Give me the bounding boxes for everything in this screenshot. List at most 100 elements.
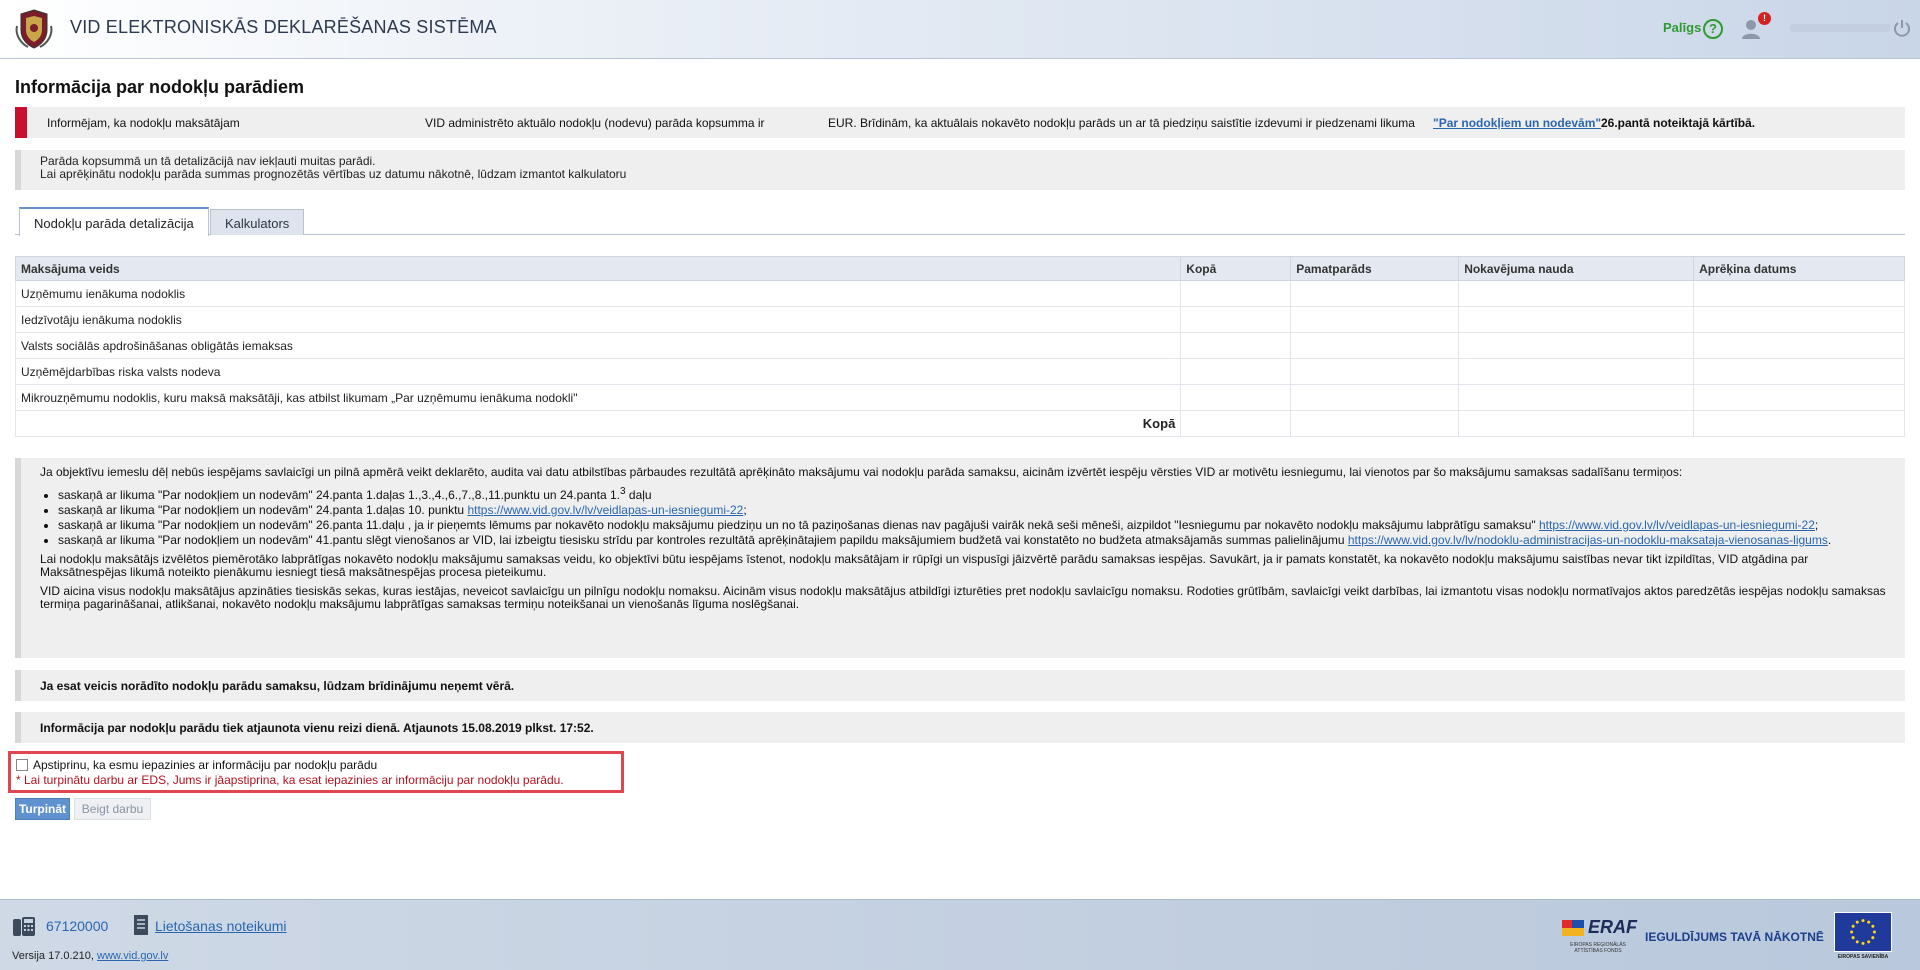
continue-button[interactable]: Turpināt — [15, 798, 70, 820]
table-cell — [1458, 410, 1695, 437]
table-cell — [1180, 410, 1292, 437]
eraf-subtitle: EIROPAS REĢIONĀLĀS ATTĪSTĪBAS FONDS — [1570, 942, 1626, 954]
finish-button[interactable]: Beigt darbu — [74, 798, 151, 820]
list-item: saskaņā ar likuma "Par nodokļiem un node… — [58, 485, 1891, 502]
customs-notice: Parāda kopsummā un tā detalizācijā nav i… — [15, 150, 1905, 190]
table-cell — [1458, 306, 1695, 333]
customs-notice-line-2: Lai aprēķinātu nodokļu parāda summas pro… — [40, 167, 627, 181]
options-list: saskaņā ar likuma "Par nodokļiem un node… — [58, 485, 1891, 547]
payment-type-cell: Uzņēmumu ienākuma nodoklis — [14, 280, 1182, 307]
list-item: saskaņā ar likuma "Par nodokļiem un node… — [58, 504, 1891, 517]
slogan: IEGULDĪJUMS TAVĀ NĀKOTNĒ — [1645, 930, 1824, 944]
payment-type-cell: Iedzīvotāju ienākuma nodoklis — [14, 306, 1182, 333]
table-cell — [1180, 306, 1292, 333]
notice-part-3: EUR. Brīdinām, ka aktuālais nokavēto nod… — [828, 116, 1415, 130]
table-cell — [1458, 280, 1695, 307]
tab-calculator[interactable]: Kalkulators — [210, 209, 305, 235]
law-link[interactable]: "Par nodokļiem un nodevām" — [1433, 116, 1601, 130]
version-text: Versija 17.0.210, — [12, 950, 98, 962]
info-intro: Ja objektīvu iemeslu dēļ nebūs iespējams… — [40, 465, 1683, 479]
vid-website-link[interactable]: www.vid.gov.lv — [97, 950, 168, 962]
table-cell — [1693, 306, 1905, 333]
column-header[interactable]: Aprēķina datums — [1693, 256, 1905, 281]
list-item-text: saskaņā ar likuma "Par nodokļiem un node… — [58, 503, 468, 517]
table-cell — [1290, 306, 1460, 333]
notice-part-4: 26.pantā noteiktajā kārtībā. — [1601, 116, 1756, 130]
table-row: Uzņēmējdarbības riska valsts nodeva — [14, 358, 1905, 385]
table-row: Mikrouzņēmumu nodoklis, kuru maksā maksā… — [14, 384, 1905, 411]
forms-link[interactable]: https://www.vid.gov.lv/lv/veidlapas-un-i… — [1539, 518, 1815, 532]
payment-type-cell: Mikrouzņēmumu nodoklis, kuru maksā maksā… — [14, 384, 1182, 411]
list-item: saskaņā ar likuma "Par nodokļiem un node… — [58, 534, 1891, 547]
notification-badge[interactable]: ! — [1758, 12, 1771, 25]
eu-flag-icon — [1834, 912, 1892, 952]
list-item: saskaņā ar likuma "Par nodokļiem un node… — [58, 519, 1891, 532]
list-item-text: saskaņā ar likuma "Par nodokļiem un node… — [58, 533, 1348, 547]
info-paragraph: VID aicina visus nodokļu maksātājus apzi… — [40, 584, 1886, 611]
table-cell — [1290, 384, 1460, 411]
confirm-label[interactable]: Apstiprinu, ka esmu iepazinies ar inform… — [33, 758, 377, 772]
table-cell — [1290, 332, 1460, 359]
debt-table: Maksājuma veids Kopā Pamatparāds Nokavēj… — [14, 256, 1905, 437]
table-cell — [1458, 358, 1695, 385]
table-cell — [1290, 410, 1460, 437]
question-circle-icon[interactable]: ? — [1703, 19, 1723, 39]
app-footer: 67120000 Lietošanas noteikumi Versija 17… — [0, 899, 1920, 970]
table-cell — [1180, 358, 1292, 385]
eraf-logo-text: ERAF — [1588, 917, 1637, 937]
table-cell — [1693, 384, 1905, 411]
app-header: VID ELEKTRONISKĀS DEKLARĒŠANAS SISTĒMA P… — [0, 0, 1920, 59]
phone-icon — [13, 917, 35, 936]
eu-caption: EIROPAS SAVIENĪBA — [1837, 954, 1889, 960]
paid-notice: Ja esat veicis norādīto nodokļu parādu s… — [15, 670, 1905, 701]
phone-number[interactable]: 67120000 — [46, 918, 108, 934]
list-item-text: saskaņā ar likuma "Par nodokļiem un node… — [58, 488, 620, 502]
punctuation: . — [1827, 533, 1832, 547]
version-info: Versija 17.0.210, www.vid.gov.lv — [12, 950, 168, 962]
power-icon[interactable] — [1893, 19, 1911, 37]
column-header[interactable]: Kopā — [1180, 256, 1292, 281]
confirm-checkbox[interactable] — [16, 759, 28, 771]
tab-debt-details[interactable]: Nodokļu parāda detalizācija — [19, 207, 209, 236]
table-row: Uzņēmumu ienākuma nodoklis — [14, 280, 1905, 307]
coat-of-arms-logo — [15, 9, 53, 49]
document-icon — [134, 915, 148, 935]
table-cell — [1180, 384, 1292, 411]
table-cell — [1693, 332, 1905, 359]
table-cell — [1693, 358, 1905, 385]
notice-part-2: VID administrēto aktuālo nodokļu (nodevu… — [425, 116, 765, 130]
update-notice: Informācija par nodokļu parādu tiek atja… — [15, 712, 1905, 743]
punctuation: ; — [743, 503, 747, 517]
total-label: Kopā — [14, 410, 1182, 437]
forms-link[interactable]: https://www.vid.gov.lv/lv/veidlapas-un-i… — [467, 503, 743, 517]
page-title: Informācija par nodokļu parādiem — [15, 77, 305, 97]
help-link[interactable]: Palīgs — [1663, 20, 1701, 35]
table-total-row: Kopā — [14, 410, 1905, 437]
column-header[interactable]: Maksājuma veids — [14, 256, 1182, 281]
terms-link[interactable]: Lietošanas noteikumi — [155, 918, 287, 934]
payment-type-cell: Valsts sociālās apdrošināšanas obligātās… — [14, 332, 1182, 359]
column-header[interactable]: Pamatparāds — [1290, 256, 1460, 281]
agreement-link[interactable]: https://www.vid.gov.lv/lv/nodoklu-admini… — [1348, 533, 1828, 547]
table-row: Valsts sociālās apdrošināšanas obligātās… — [14, 332, 1905, 359]
info-paragraph: Lai nodokļu maksātājs izvēlētos piemērot… — [40, 552, 1809, 579]
punctuation: ; — [1814, 518, 1819, 532]
debt-warning-notice: Informējam, ka nodokļu maksātājam VID ad… — [15, 107, 1905, 138]
table-cell — [1290, 358, 1460, 385]
payment-type-cell: Uzņēmējdarbības riska valsts nodeva — [14, 358, 1182, 385]
list-item-text: saskaņā ar likuma "Par nodokļiem un node… — [58, 518, 1539, 532]
list-item-text: daļu — [625, 488, 652, 502]
app-title: VID ELEKTRONISKĀS DEKLARĒŠANAS SISTĒMA — [70, 17, 497, 37]
table-cell — [1458, 332, 1695, 359]
notice-part-1: Informējam, ka nodokļu maksātājam — [47, 116, 240, 130]
table-row: Iedzīvotāju ienākuma nodoklis — [14, 306, 1905, 333]
table-cell — [1180, 332, 1292, 359]
confirmation-row: Apstiprinu, ka esmu iepazinies ar inform… — [16, 758, 621, 772]
table-cell — [1290, 280, 1460, 307]
table-header-row: Maksājuma veids Kopā Pamatparāds Nokavēj… — [14, 256, 1905, 281]
table-cell — [1458, 384, 1695, 411]
table-cell — [1693, 410, 1905, 437]
payment-options-info: Ja objektīvu iemeslu dēļ nebūs iespējams… — [15, 458, 1905, 658]
table-cell — [1693, 280, 1905, 307]
column-header[interactable]: Nokavējuma nauda — [1458, 256, 1695, 281]
